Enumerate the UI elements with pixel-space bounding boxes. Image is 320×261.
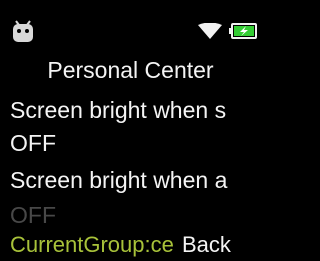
page-title: Personal Center (47, 57, 214, 83)
footer-bar: CurrentGroup:ce Back (0, 229, 261, 261)
current-group-label: CurrentGroup:ce (10, 232, 174, 257)
setting-item-screen-bright[interactable]: Screen bright when s (0, 93, 261, 127)
wifi-signal-icon (198, 23, 222, 39)
setting-value-screen-bright-a[interactable]: OFF (0, 198, 261, 232)
back-button[interactable]: Back (182, 229, 231, 261)
battery-charging-icon (229, 23, 257, 39)
setting-item-screen-bright-a[interactable]: Screen bright when a (0, 163, 261, 197)
status-bar (0, 0, 261, 54)
android-robot-icon (13, 20, 33, 42)
setting-value-screen-bright[interactable]: OFF (0, 126, 261, 160)
